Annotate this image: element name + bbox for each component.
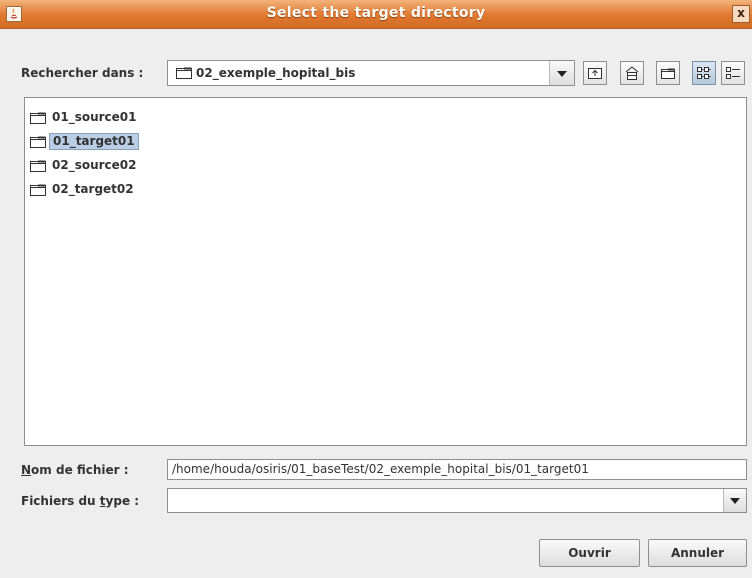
new-folder-icon — [661, 68, 675, 79]
file-name-input[interactable]: /home/houda/osiris/01_baseTest/02_exempl… — [167, 459, 747, 480]
file-chooser-dialog: Select the target directory x Rechercher… — [0, 0, 752, 578]
file-name-mnemonic: N — [21, 463, 32, 477]
details-view-button[interactable] — [721, 61, 745, 85]
folder-icon — [30, 112, 46, 124]
look-in-label: Rechercher dans : — [21, 66, 144, 80]
look-in-dropdown-button[interactable] — [549, 61, 574, 85]
home-button[interactable] — [620, 61, 644, 85]
dialog-title: Select the target directory — [266, 5, 486, 21]
title-bar[interactable]: Select the target directory x — [0, 0, 752, 29]
list-item-label: 01_source01 — [52, 110, 137, 124]
list-item-label: 01_target01 — [49, 133, 139, 150]
look-in-value: 02_exemple_hopital_bis — [196, 66, 356, 80]
file-type-label-text: Fichiers du — [21, 494, 100, 508]
list-item[interactable]: 01_source01 — [30, 109, 140, 126]
file-type-dropdown-button[interactable] — [723, 489, 746, 512]
up-one-level-button[interactable] — [583, 61, 607, 85]
look-in-combo[interactable]: 02_exemple_hopital_bis — [167, 60, 575, 86]
file-name-label: Nom de fichier : — [21, 463, 129, 477]
file-type-combo[interactable] — [167, 488, 747, 513]
open-button[interactable]: Ouvrir — [539, 539, 640, 567]
new-folder-button[interactable] — [656, 61, 680, 85]
list-item-selected[interactable]: 01_target01 — [30, 133, 139, 150]
close-button[interactable]: x — [732, 5, 750, 23]
list-item-label: 02_source02 — [52, 158, 137, 172]
folder-icon — [30, 160, 46, 172]
list-view-icon — [697, 67, 711, 79]
folder-icon — [30, 184, 46, 196]
list-view-button[interactable] — [692, 61, 716, 85]
list-item[interactable]: 02_source02 — [30, 157, 140, 174]
list-item-label: 02_target02 — [52, 182, 134, 196]
file-list[interactable]: 01_source01 01_target01 02_source02 02_t… — [24, 97, 747, 446]
cancel-button[interactable]: Annuler — [648, 539, 747, 567]
folder-icon — [176, 67, 192, 79]
file-type-label-suffix: ype : — [105, 494, 140, 508]
file-name-label-text: om de fichier : — [31, 463, 129, 477]
folder-icon — [30, 136, 46, 148]
list-item[interactable]: 02_target02 — [30, 181, 137, 198]
up-one-level-icon — [588, 68, 602, 79]
file-type-label: Fichiers du type : — [21, 494, 139, 508]
home-icon — [625, 66, 639, 80]
details-view-icon — [726, 67, 740, 79]
